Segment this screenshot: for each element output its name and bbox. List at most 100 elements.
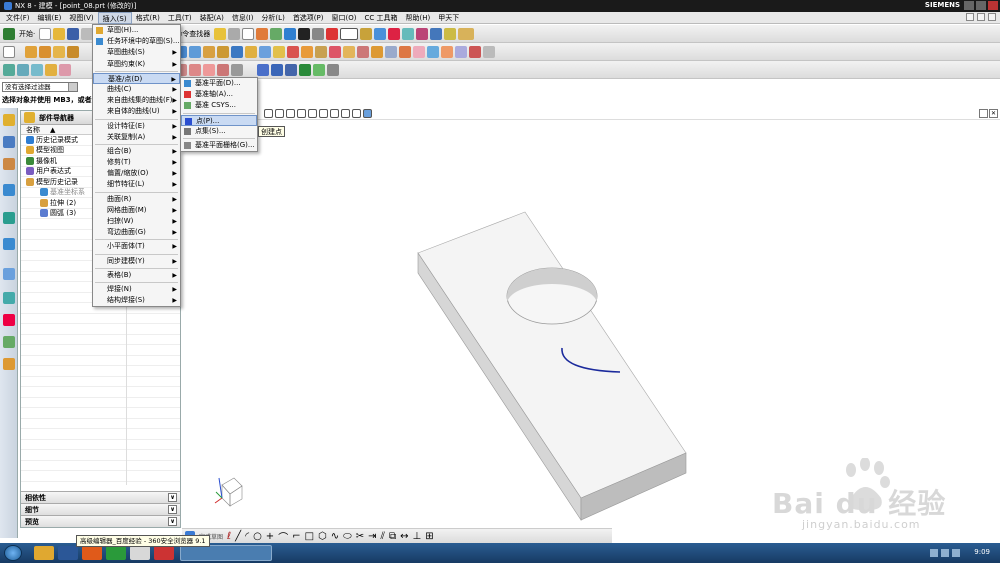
menu-item-13[interactable]: 甲天下 — [434, 12, 463, 24]
surface-icon[interactable] — [3, 63, 15, 76]
start-orb-icon[interactable] — [4, 545, 22, 561]
menu-item-4[interactable]: 格式(R) — [132, 12, 164, 24]
extend-icon[interactable]: ⇥ — [368, 531, 376, 542]
insert_menu-item[interactable]: 来自曲线集的曲线(F) ▶ — [93, 95, 180, 106]
edge-blend-icon[interactable] — [329, 45, 341, 58]
insert_menu-item[interactable]: 焊接(N) ▶ — [93, 284, 180, 295]
part-navigator-tab-icon[interactable] — [3, 114, 15, 126]
system-scenes-tab-icon[interactable] — [3, 358, 15, 370]
thicken-icon[interactable] — [455, 45, 467, 58]
selection-filter-dropdown[interactable]: 没有选择过滤器 — [2, 82, 78, 92]
history-tab-icon[interactable] — [3, 268, 15, 280]
draft-icon[interactable] — [371, 45, 383, 58]
taskbar-word-icon[interactable] — [58, 546, 78, 560]
new-file-icon[interactable] — [39, 27, 52, 40]
blank-page-icon[interactable] — [3, 45, 15, 58]
wireframe-icon[interactable] — [312, 27, 325, 40]
split-body-icon[interactable] — [399, 45, 411, 58]
background-icon[interactable] — [340, 27, 359, 40]
assembly-navigator-tab-icon[interactable] — [3, 136, 15, 148]
datum_menu-item[interactable]: 基准 CSYS... — [181, 100, 257, 111]
insert_menu-item[interactable]: 网格曲面(M) ▶ — [93, 205, 180, 216]
transform-icon[interactable] — [189, 63, 201, 76]
insert_menu-item[interactable]: 小平面体(T) ▶ — [93, 241, 180, 252]
mirror-curve-icon[interactable]: ⧉ — [389, 531, 396, 542]
cylinder-icon[interactable] — [39, 45, 51, 58]
line-icon[interactable]: ╱ — [235, 531, 241, 542]
menu-item-11[interactable]: CC 工具箱 — [360, 12, 401, 24]
unite-icon[interactable] — [287, 45, 299, 58]
groove-icon[interactable] — [273, 45, 285, 58]
spline-icon[interactable]: ∿ — [331, 531, 339, 542]
insert_menu-item[interactable]: 曲面(R) ▶ — [93, 194, 180, 205]
sphere-icon[interactable] — [67, 45, 79, 58]
menu-item-2[interactable]: 视图(V) — [65, 12, 97, 24]
reuse-library-tab-icon[interactable] — [3, 184, 15, 196]
ime-icon[interactable] — [952, 549, 960, 557]
layer-settings-icon[interactable] — [231, 63, 243, 76]
through-curves-icon[interactable] — [17, 63, 29, 76]
menu-item-9[interactable]: 首选项(P) — [289, 12, 328, 24]
constraint-navigator-tab-icon[interactable] — [3, 158, 15, 170]
doc-minimize-button[interactable] — [966, 13, 974, 21]
network-icon[interactable] — [930, 549, 938, 557]
select-filter-icon[interactable] — [214, 27, 227, 40]
polygon-icon[interactable]: ⬡ — [318, 531, 327, 542]
taskbar-nx-icon[interactable] — [130, 546, 150, 560]
bounded-plane-icon[interactable] — [59, 63, 71, 76]
rectangle-icon[interactable]: □ — [305, 531, 314, 542]
render-style-icon[interactable] — [284, 27, 297, 40]
model-compare-icon[interactable] — [313, 63, 325, 76]
pattern-icon[interactable] — [413, 45, 425, 58]
insert_menu-item[interactable]: 草图曲线(S) ▶ — [93, 47, 180, 58]
roles-tab-icon[interactable] — [3, 336, 15, 348]
insert_menu-item[interactable]: 表格(B) ▶ — [93, 270, 180, 281]
slot-icon[interactable] — [259, 45, 271, 58]
rotate-icon[interactable] — [270, 27, 283, 40]
point-icon[interactable]: + — [266, 531, 274, 542]
edit-object-icon[interactable] — [285, 63, 297, 76]
wcs-icon[interactable] — [217, 63, 229, 76]
menu-item-8[interactable]: 分析(L) — [257, 12, 288, 24]
insert_menu-item[interactable]: 同步建模(Y) ▶ — [93, 256, 180, 267]
manufacturing-tab-icon[interactable] — [3, 314, 15, 326]
shell-icon[interactable] — [357, 45, 369, 58]
taskbar-clock[interactable]: 9:09 — [974, 548, 990, 556]
block-icon[interactable] — [25, 45, 37, 58]
more-features-icon[interactable] — [483, 45, 495, 58]
menu-item-3[interactable]: 插入(S) — [97, 11, 132, 24]
arc-icon[interactable]: ◜ — [245, 531, 249, 542]
insert_menu-item[interactable]: 修剪(T) ▶ — [93, 157, 180, 168]
insert_menu-item[interactable]: 来自体的曲线(U) ▶ — [93, 106, 180, 117]
chamfer-sketch-icon[interactable]: ⌐ — [292, 531, 300, 542]
object-display-icon[interactable] — [271, 63, 283, 76]
close-button[interactable] — [988, 1, 998, 10]
ruler-icon[interactable] — [458, 27, 475, 40]
taskbar-media-icon[interactable] — [82, 546, 102, 560]
ruled-icon[interactable] — [31, 63, 43, 76]
auto-constraint-icon[interactable]: ⊞ — [425, 531, 433, 542]
chevron-down-icon[interactable]: ∨ — [168, 505, 177, 514]
revolve-icon[interactable] — [189, 45, 201, 58]
navigator-section-2[interactable]: 预览 ∨ — [21, 515, 180, 527]
menu-item-7[interactable]: 信息(I) — [228, 12, 258, 24]
navigator-section-1[interactable]: 细节 ∨ — [21, 503, 180, 515]
web-browser-tab-icon[interactable] — [3, 238, 15, 250]
insert_menu-item[interactable]: 结构焊接(S) ▶ — [93, 295, 180, 306]
taskbar-browser-icon[interactable] — [106, 546, 126, 560]
pad-icon[interactable] — [245, 45, 257, 58]
chevron-down-icon[interactable]: ∨ — [168, 493, 177, 502]
dimension-icon[interactable]: ↔ — [400, 531, 408, 542]
profile-icon[interactable]: ℓ — [227, 531, 231, 542]
save-icon[interactable] — [67, 27, 80, 40]
check-icon[interactable] — [299, 63, 311, 76]
insert_menu-item[interactable]: 组合(B) ▶ — [93, 146, 180, 157]
open-file-icon[interactable] — [53, 27, 66, 40]
zoom-icon[interactable] — [256, 27, 269, 40]
doc-restore-button[interactable] — [977, 13, 985, 21]
hd3d-tab-icon[interactable] — [3, 212, 15, 224]
datum_menu-item[interactable]: 基准轴(A)... — [181, 89, 257, 100]
swept-icon[interactable] — [45, 63, 57, 76]
group-icon[interactable] — [327, 63, 339, 76]
layer-icon[interactable] — [360, 27, 373, 40]
